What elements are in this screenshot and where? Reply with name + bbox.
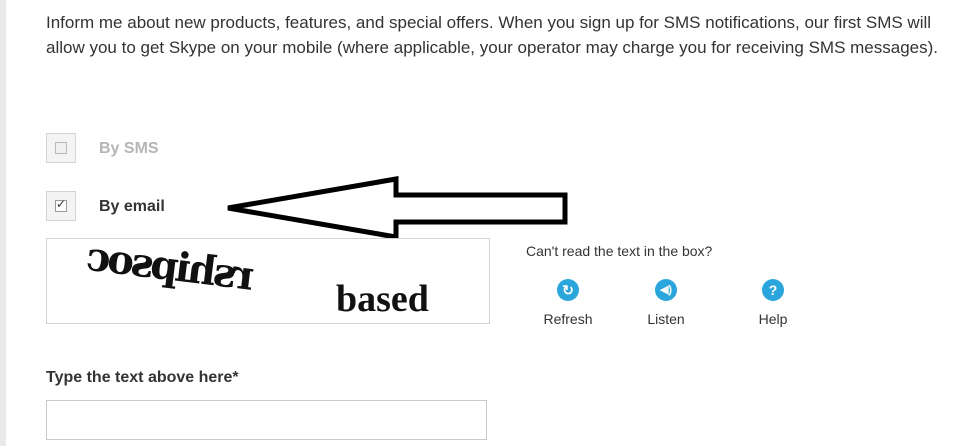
left-divider — [0, 0, 6, 446]
captcha-answer-input[interactable] — [46, 400, 487, 440]
marketing-consent-text: Inform me about new products, features, … — [46, 13, 938, 57]
refresh-label: Refresh — [543, 311, 593, 327]
help-icon: ? — [762, 279, 784, 301]
refresh-button[interactable]: ↻ Refresh — [528, 279, 608, 327]
sms-checkbox[interactable] — [46, 133, 76, 163]
speaker-icon: ◀) — [655, 279, 677, 301]
checkmark-icon: ✓ — [56, 197, 67, 211]
listen-label: Listen — [647, 311, 685, 327]
refresh-icon: ↻ — [557, 279, 579, 301]
annotation-arrow — [227, 176, 568, 240]
sms-checkbox-label: By SMS — [99, 140, 159, 157]
captcha-word-distorted: rshipsoc — [86, 238, 257, 300]
captcha-image: rshipsoc based — [46, 238, 490, 324]
listen-button[interactable]: ◀) Listen — [626, 279, 706, 327]
email-checkbox-label: By email — [99, 198, 165, 215]
captcha-answer-label: Type the text above here* — [46, 369, 239, 386]
email-checkbox[interactable]: ✓ — [46, 191, 76, 221]
captcha-help-question: Can't read the text in the box? — [526, 243, 713, 259]
help-button[interactable]: ? Help — [733, 279, 813, 327]
help-label: Help — [758, 311, 788, 327]
captcha-word: based — [336, 278, 429, 320]
